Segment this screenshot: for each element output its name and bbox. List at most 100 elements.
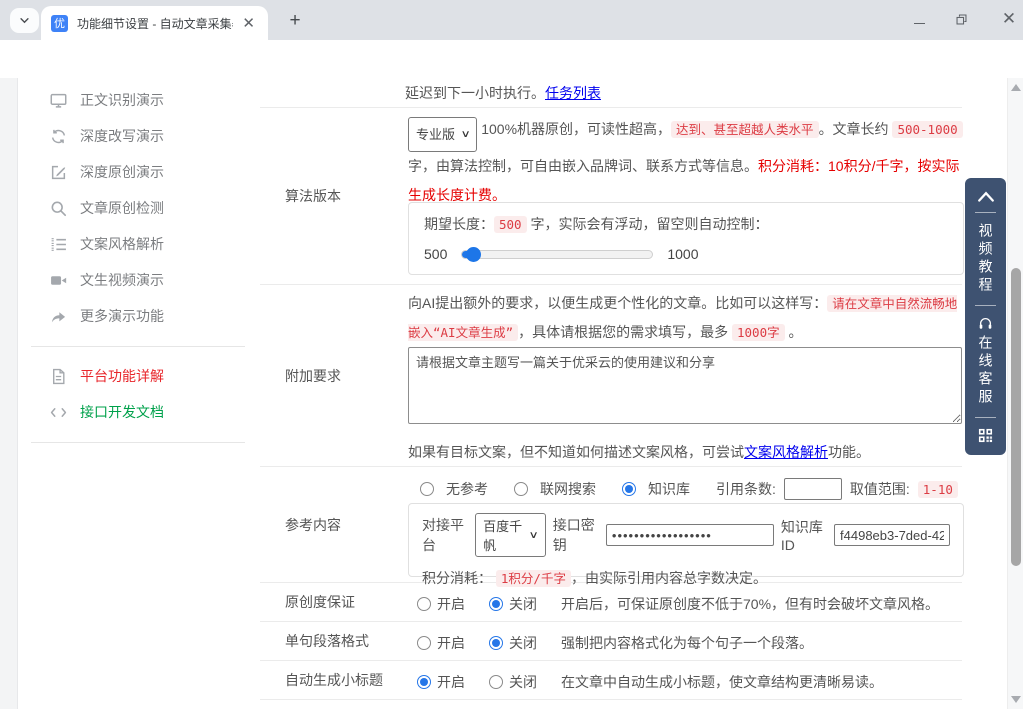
field-label: 算法版本 bbox=[285, 186, 341, 206]
sidebar-item-label: 更多演示功能 bbox=[80, 306, 164, 326]
sidebar-item-api-docs[interactable]: 接口开发文档 bbox=[19, 394, 257, 430]
length-slider[interactable] bbox=[461, 250, 653, 259]
radio-originality-off[interactable] bbox=[489, 597, 503, 611]
tab-list-button[interactable] bbox=[10, 8, 39, 33]
radio-no-reference[interactable] bbox=[420, 482, 434, 496]
scrollbar-thumb[interactable] bbox=[1011, 268, 1021, 566]
sidebar-item-deep-original[interactable]: 深度原创演示 bbox=[19, 154, 257, 190]
sidebar-item-body-recognition[interactable]: 正文识别演示 bbox=[19, 82, 257, 118]
sidebar-item-label: 平台功能详解 bbox=[80, 366, 164, 386]
api-key-input[interactable] bbox=[606, 524, 774, 546]
range-hint: 1-10 bbox=[918, 481, 958, 498]
page-left-margin bbox=[0, 78, 18, 709]
code-icon bbox=[50, 404, 67, 421]
field-label: 原创度保证 bbox=[285, 592, 355, 612]
site-favicon: 优 bbox=[51, 15, 68, 32]
back-to-top-icon[interactable] bbox=[977, 190, 995, 202]
sidebar: 正文识别演示 深度改写演示 深度原创演示 文章原创检测 文案风格解析 文生视频演… bbox=[19, 82, 257, 454]
notice-text: 延迟到下一小时执行。 bbox=[405, 85, 545, 101]
slider-max-label: 1000 bbox=[667, 246, 698, 262]
quote-count-input[interactable] bbox=[784, 478, 842, 500]
select-value: 专业版 bbox=[416, 120, 455, 149]
toggle-description: 开启后，可保证原创度不低于70%，但有时会破坏文章风格。 bbox=[561, 594, 939, 614]
auto-subtitle-row: 自动生成小标题 开启 关闭 在文章中自动生成小标题，使文章结构更清晰易读。 bbox=[260, 661, 962, 700]
edit-icon bbox=[50, 164, 67, 181]
sidebar-item-label: 正文识别演示 bbox=[80, 90, 164, 110]
window-restore-button[interactable] bbox=[955, 13, 971, 26]
sidebar-divider bbox=[31, 346, 245, 347]
sidebar-item-label: 深度改写演示 bbox=[80, 126, 164, 146]
qr-code-icon[interactable] bbox=[978, 428, 993, 443]
window-close-button[interactable]: ✕ bbox=[1001, 9, 1017, 29]
algorithm-description: 专业版∨ 100%机器原创，可读性超高，达到、甚至超越人类水平。文章长约 500… bbox=[408, 115, 964, 210]
task-list-link[interactable]: 任务列表 bbox=[545, 85, 601, 101]
sidebar-divider bbox=[31, 442, 245, 443]
page-scrollbar[interactable] bbox=[1007, 78, 1023, 709]
browser-tab[interactable]: 优 功能细节设置 - 自动文章采集器 ✕ bbox=[41, 6, 268, 40]
sidebar-item-label: 深度原创演示 bbox=[80, 162, 164, 182]
scroll-up-arrow[interactable] bbox=[1011, 84, 1021, 91]
expected-length-box: 期望长度：500 字，实际会有浮动，留空则自动控制： 500 1000 bbox=[408, 202, 964, 275]
video-icon bbox=[50, 272, 67, 289]
field-label: 单句段落格式 bbox=[285, 631, 369, 651]
field-label: 参考内容 bbox=[285, 515, 341, 535]
extra-requirements-description: 向AI提出额外的要求，以便生成更个性化的文章。比如可以这样写：请在文章中自然流畅… bbox=[408, 289, 964, 347]
radio-originality-on[interactable] bbox=[417, 597, 431, 611]
knowledge-base-id-input[interactable] bbox=[834, 524, 950, 546]
radio-paragraph-off[interactable] bbox=[489, 636, 503, 650]
single-sentence-paragraph-row: 单句段落格式 开启 关闭 强制把内容格式化为每个句子一个段落。 bbox=[260, 622, 962, 661]
video-tutorial-button[interactable]: 视频教程 bbox=[979, 223, 993, 295]
expected-length-text: 期望长度：500 字，实际会有浮动，留空则自动控制： bbox=[424, 214, 948, 234]
toolbar-divider bbox=[975, 212, 996, 213]
online-service-button[interactable]: 在线客服 bbox=[979, 335, 993, 407]
style-analysis-link[interactable]: 文案风格解析 bbox=[744, 444, 828, 460]
toolbar-divider bbox=[975, 305, 996, 306]
settings-form: 延迟到下一小时执行。任务列表 算法版本 专业版∨ 100%机器原创，可读性超高，… bbox=[260, 78, 962, 709]
tab-close-icon[interactable]: ✕ bbox=[239, 15, 258, 32]
field-label: 附加要求 bbox=[285, 366, 341, 386]
radio-subtitle-off[interactable] bbox=[489, 675, 503, 689]
page-content: 正文识别演示 深度改写演示 深度原创演示 文章原创检测 文案风格解析 文生视频演… bbox=[0, 78, 1023, 709]
search-icon bbox=[50, 200, 67, 217]
tab-strip: 优 功能细节设置 - 自动文章采集器 ✕ + ✕ bbox=[0, 0, 1023, 40]
reference-content-row: 参考内容 无参考 联网搜索 知识库 引用条数: 取值范围: 1-10 对接平台 … bbox=[260, 467, 962, 583]
document-icon bbox=[50, 368, 67, 385]
slider-thumb[interactable] bbox=[466, 247, 481, 262]
floating-side-toolbar: 视频教程 在线客服 bbox=[965, 178, 1006, 455]
extra-requirements-row: 附加要求 向AI提出额外的要求，以便生成更个性化的文章。比如可以这样写：请在文章… bbox=[260, 285, 962, 467]
sidebar-item-originality-check[interactable]: 文章原创检测 bbox=[19, 190, 257, 226]
sidebar-item-label: 文生视频演示 bbox=[80, 270, 164, 290]
sidebar-item-label: 接口开发文档 bbox=[80, 402, 164, 422]
algorithm-version-row: 算法版本 专业版∨ 100%机器原创，可读性超高，达到、甚至超越人类水平。文章长… bbox=[260, 108, 962, 285]
radio-knowledge-base[interactable] bbox=[622, 482, 636, 496]
sidebar-item-more-demos[interactable]: 更多演示功能 bbox=[19, 298, 257, 334]
monitor-icon bbox=[50, 92, 67, 109]
sidebar-item-deep-rewrite[interactable]: 深度改写演示 bbox=[19, 118, 257, 154]
headset-icon[interactable] bbox=[978, 316, 993, 331]
notice-row: 延迟到下一小时执行。任务列表 bbox=[260, 78, 962, 108]
style-analysis-note: 如果有目标文案，但不知道如何描述文案风格，可尝试文案风格解析功能。 bbox=[408, 442, 870, 462]
browser-toolbar: ucaiyun.com/caiji/settings/ 井 bbox=[0, 40, 1023, 78]
window-minimize-button[interactable] bbox=[914, 23, 925, 24]
originality-guarantee-row: 原创度保证 开启 关闭 开启后，可保证原创度不低于70%，但有时会破坏文章风格。 bbox=[260, 583, 962, 622]
sidebar-item-text-to-video[interactable]: 文生视频演示 bbox=[19, 262, 257, 298]
sidebar-item-label: 文章原创检测 bbox=[80, 198, 164, 218]
toggle-description: 强制把内容格式化为每个句子一个段落。 bbox=[561, 633, 813, 653]
scroll-down-arrow[interactable] bbox=[1011, 696, 1021, 703]
radio-web-search[interactable] bbox=[514, 482, 528, 496]
radio-subtitle-on[interactable] bbox=[417, 675, 431, 689]
new-tab-button[interactable]: + bbox=[283, 9, 307, 33]
algorithm-version-select[interactable]: 专业版∨ bbox=[408, 117, 477, 152]
radio-paragraph-on[interactable] bbox=[417, 636, 431, 650]
chevron-down-icon bbox=[19, 15, 30, 26]
knowledge-base-box: 对接平台 百度千帆∨ 接口密钥 知识库ID 积分消耗： 1积分/千字，由实际引用… bbox=[408, 503, 964, 577]
extra-requirements-textarea[interactable]: 请根据文章主题写一篇关于优采云的使用建议和分享 bbox=[408, 347, 962, 424]
tab-title: 功能细节设置 - 自动文章采集器 bbox=[77, 15, 233, 32]
chevron-down-icon: ∨ bbox=[461, 120, 471, 149]
sidebar-item-label: 文案风格解析 bbox=[80, 234, 164, 254]
sidebar-item-style-analysis[interactable]: 文案风格解析 bbox=[19, 226, 257, 262]
ordered-list-icon bbox=[50, 236, 67, 253]
field-label: 自动生成小标题 bbox=[285, 670, 383, 690]
platform-select[interactable]: 百度千帆∨ bbox=[475, 513, 546, 557]
sidebar-item-platform-guide[interactable]: 平台功能详解 bbox=[19, 358, 257, 394]
